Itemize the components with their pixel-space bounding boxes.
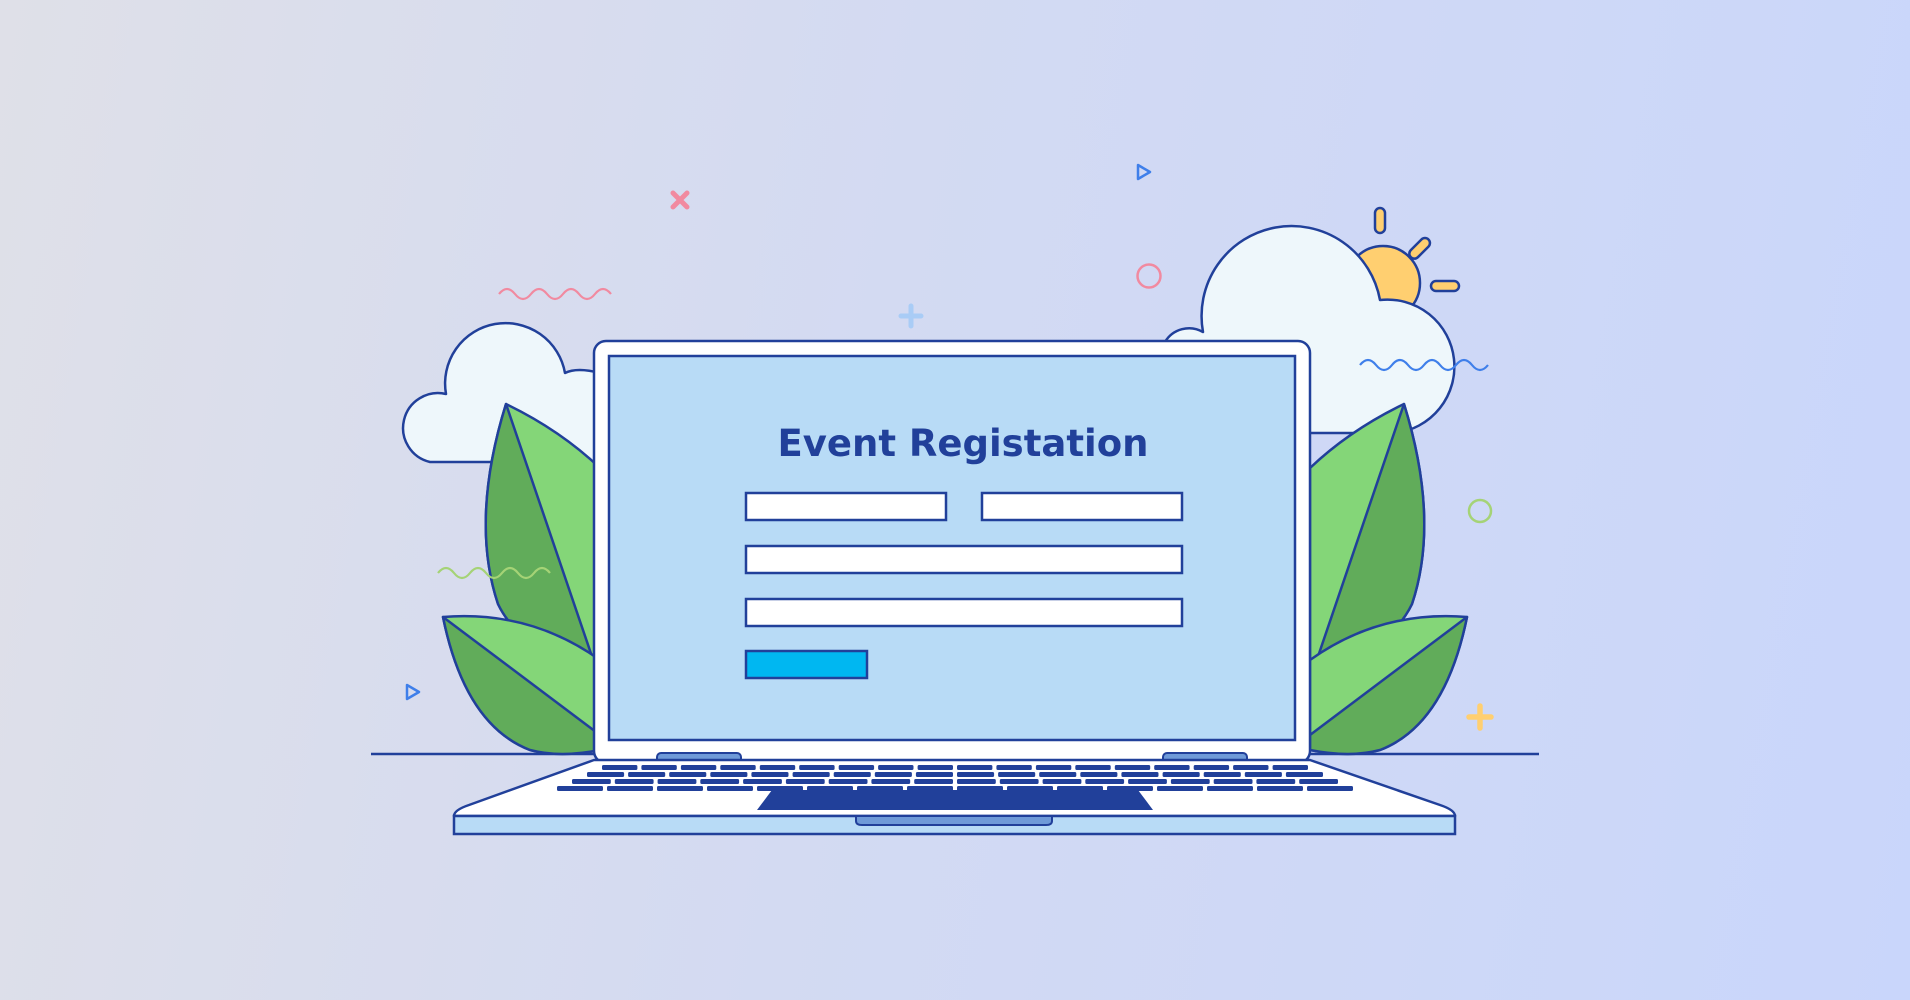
trackpad xyxy=(757,790,1153,810)
keyboard-key xyxy=(999,779,1039,784)
pink-ring-decoration xyxy=(1136,263,1162,289)
keyboard-key xyxy=(572,779,611,784)
keyboard-key xyxy=(707,786,753,791)
keyboard-key xyxy=(1272,765,1308,770)
keyboard-key xyxy=(1256,779,1296,784)
last-name-input[interactable] xyxy=(980,491,1184,522)
keyboard-key xyxy=(1035,765,1072,770)
keyboard-key xyxy=(759,765,796,770)
keyboard-key xyxy=(614,779,654,784)
keyboard-key xyxy=(1085,779,1125,784)
keyboard-key xyxy=(669,772,707,777)
keyboard-key xyxy=(914,779,953,784)
keyboard-key xyxy=(838,765,875,770)
keyboard-key xyxy=(828,779,868,784)
blue-play-icon-left xyxy=(405,683,421,701)
keyboard-key xyxy=(1157,786,1203,791)
keyboard-key xyxy=(833,772,871,777)
keyboard-key xyxy=(1154,765,1190,770)
keyboard-key xyxy=(996,765,1032,770)
keyboard-key xyxy=(700,779,740,784)
phone-input[interactable] xyxy=(744,597,1184,628)
pink-wave-decoration xyxy=(498,287,612,301)
keyboard-key xyxy=(641,765,677,770)
keyboard-key xyxy=(657,779,697,784)
first-name-input[interactable] xyxy=(744,491,948,522)
keyboard-key xyxy=(874,772,912,777)
keyboard-key xyxy=(1213,779,1253,784)
keyboard-key xyxy=(1233,765,1269,770)
keyboard-key xyxy=(871,779,911,784)
keyboard-key xyxy=(710,772,748,777)
keyboard-key xyxy=(743,779,782,784)
pink-x-icon xyxy=(670,190,690,210)
keyboard-key xyxy=(917,765,953,770)
keyboard-key xyxy=(1193,765,1230,770)
keyboard-key xyxy=(957,772,995,777)
blue-play-icon xyxy=(1136,163,1152,181)
keyboard-key xyxy=(1207,786,1253,791)
keyboard-key xyxy=(680,765,717,770)
email-input[interactable] xyxy=(744,544,1184,575)
keyboard-key xyxy=(657,786,703,791)
yellow-plus-icon xyxy=(1466,703,1494,731)
event-registration-illustration: Event Registation xyxy=(371,163,1539,836)
keyboard-key xyxy=(1128,779,1167,784)
keyboard-key xyxy=(1307,786,1353,791)
keyboard-key xyxy=(915,772,953,777)
keyboard-key xyxy=(792,772,830,777)
keyboard-key xyxy=(1203,772,1241,777)
keyboard-key xyxy=(1170,779,1210,784)
keyboard-key xyxy=(1042,779,1082,784)
keyboard-key xyxy=(957,779,996,784)
keyboard-key xyxy=(1039,772,1077,777)
keyboard-key xyxy=(799,765,835,770)
keyboard-key xyxy=(1299,779,1338,784)
submit-button[interactable] xyxy=(744,649,869,680)
keyboard-key xyxy=(720,765,756,770)
keyboard-key xyxy=(1121,772,1159,777)
laptop-notch xyxy=(855,815,1053,826)
keyboard-key xyxy=(1162,772,1200,777)
keyboard-key xyxy=(1285,772,1323,777)
laptop-icon xyxy=(452,339,1457,836)
keyboard-key xyxy=(587,772,625,777)
leaf-icon-right xyxy=(1308,402,1469,756)
green-ring-decoration xyxy=(1467,498,1493,524)
keyboard-key xyxy=(1075,765,1111,770)
keyboard-key xyxy=(602,765,638,770)
keyboard-key xyxy=(998,772,1036,777)
keyboard-key xyxy=(785,779,825,784)
keyboard-key xyxy=(557,786,603,791)
light-blue-plus-icon xyxy=(898,303,924,329)
keyboard-key xyxy=(751,772,789,777)
keyboard-key xyxy=(957,765,993,770)
keyboard-key xyxy=(607,786,653,791)
keyboard-key xyxy=(628,772,666,777)
keyboard-key xyxy=(1080,772,1118,777)
form-title: Event Registation xyxy=(778,422,1149,465)
keyboard-key xyxy=(1244,772,1282,777)
keyboard-key xyxy=(1257,786,1303,791)
keyboard-key xyxy=(1114,765,1151,770)
keyboard-key xyxy=(878,765,914,770)
